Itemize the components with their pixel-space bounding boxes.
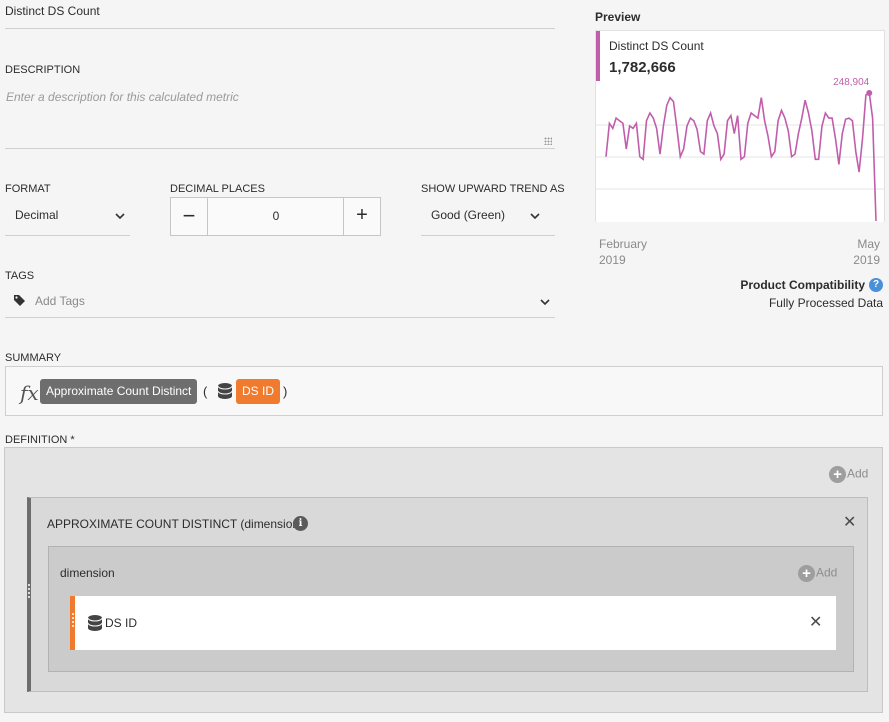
definition-canvas: + Add APPROXIMATE COUNT DISTINCT (dimensi… — [4, 447, 883, 713]
function-pill: Approximate Count Distinct — [40, 379, 198, 404]
upward-trend-label: SHOW UPWARD TREND AS — [421, 183, 565, 195]
chevron-down-icon — [540, 299, 550, 306]
database-icon — [87, 615, 103, 631]
close-icon[interactable]: ✕ — [843, 512, 856, 532]
plus-circle-icon: + — [829, 466, 846, 483]
tags-input[interactable]: Add Tags — [5, 288, 555, 318]
title-underline — [5, 28, 555, 29]
format-select[interactable]: Decimal — [5, 198, 130, 236]
add-button[interactable]: + Add — [798, 565, 837, 582]
dimension-pill: DS ID — [236, 379, 281, 404]
decrement-button[interactable]: − — [171, 198, 208, 235]
preview-title: Preview — [595, 10, 641, 24]
drag-handle-icon[interactable] — [27, 584, 31, 604]
drag-handle-icon[interactable] — [71, 613, 74, 629]
description-label: DESCRIPTION — [5, 64, 81, 76]
paren-open: ( — [203, 384, 208, 399]
dimension-title: dimension — [60, 566, 115, 580]
plus-circle-icon: + — [798, 565, 815, 582]
description-textarea[interactable]: Enter a description for this calculated … — [5, 86, 555, 149]
preview-total: 1,782,666 — [609, 59, 676, 76]
tags-placeholder: Add Tags — [35, 294, 85, 308]
dimension-item-label: DS ID — [105, 616, 138, 630]
definition-label: DEFINITION * — [5, 434, 75, 446]
tags-label: TAGS — [5, 270, 35, 282]
database-icon — [217, 383, 233, 399]
decimal-places-stepper: − 0 + — [170, 197, 381, 236]
function-container[interactable]: APPROXIMATE COUNT DISTINCT (dimension) i… — [27, 497, 868, 692]
upward-trend-select[interactable]: Good (Green) — [421, 198, 555, 236]
product-compatibility-value: Fully Processed Data — [768, 296, 883, 310]
add-label: Add — [816, 565, 838, 580]
dimension-item[interactable]: DS ID ✕ — [70, 596, 836, 650]
upward-trend-value: Good (Green) — [431, 208, 506, 222]
close-icon[interactable]: ✕ — [809, 612, 822, 632]
info-icon[interactable]: i — [293, 516, 308, 531]
decimal-places-label: DECIMAL PLACES — [170, 183, 265, 195]
format-value: Decimal — [15, 208, 59, 222]
add-button[interactable]: + Add — [829, 466, 868, 483]
paren-close: ) — [283, 384, 288, 399]
decimal-places-input[interactable]: 0 — [208, 198, 344, 235]
function-title: APPROXIMATE COUNT DISTINCT (dimension) — [47, 517, 304, 531]
fx-icon: fx — [20, 381, 39, 405]
x-axis-end-label: May 2019 — [853, 237, 880, 267]
metric-title-input[interactable]: Distinct DS Count — [5, 4, 100, 18]
add-label: Add — [847, 466, 869, 481]
tag-icon — [14, 295, 25, 306]
resize-grip-icon[interactable] — [544, 137, 552, 145]
chart-max-point — [866, 90, 873, 96]
chevron-down-icon — [530, 213, 540, 220]
description-placeholder: Enter a description for this calculated … — [6, 90, 239, 104]
preview-card: 248,904 Distinct DS Count 1,782,666 — [595, 30, 885, 222]
format-label: FORMAT — [5, 183, 51, 195]
preview-accent-bar — [596, 31, 600, 81]
summary-box: fx Approximate Count Distinct ( DS ID ) — [5, 366, 883, 416]
chevron-down-icon — [115, 213, 125, 220]
increment-button[interactable]: + — [343, 198, 380, 235]
product-compatibility-label: Product Compatibility — [740, 278, 865, 292]
dimension-container: dimension + Add DS ID ✕ — [48, 546, 854, 672]
preview-metric-name: Distinct DS Count — [609, 39, 704, 53]
summary-label: SUMMARY — [5, 352, 62, 364]
x-axis-start-label: February 2019 — [599, 237, 648, 267]
chart-max-label: 248,904 — [833, 77, 870, 88]
question-icon[interactable]: ? — [869, 278, 883, 292]
